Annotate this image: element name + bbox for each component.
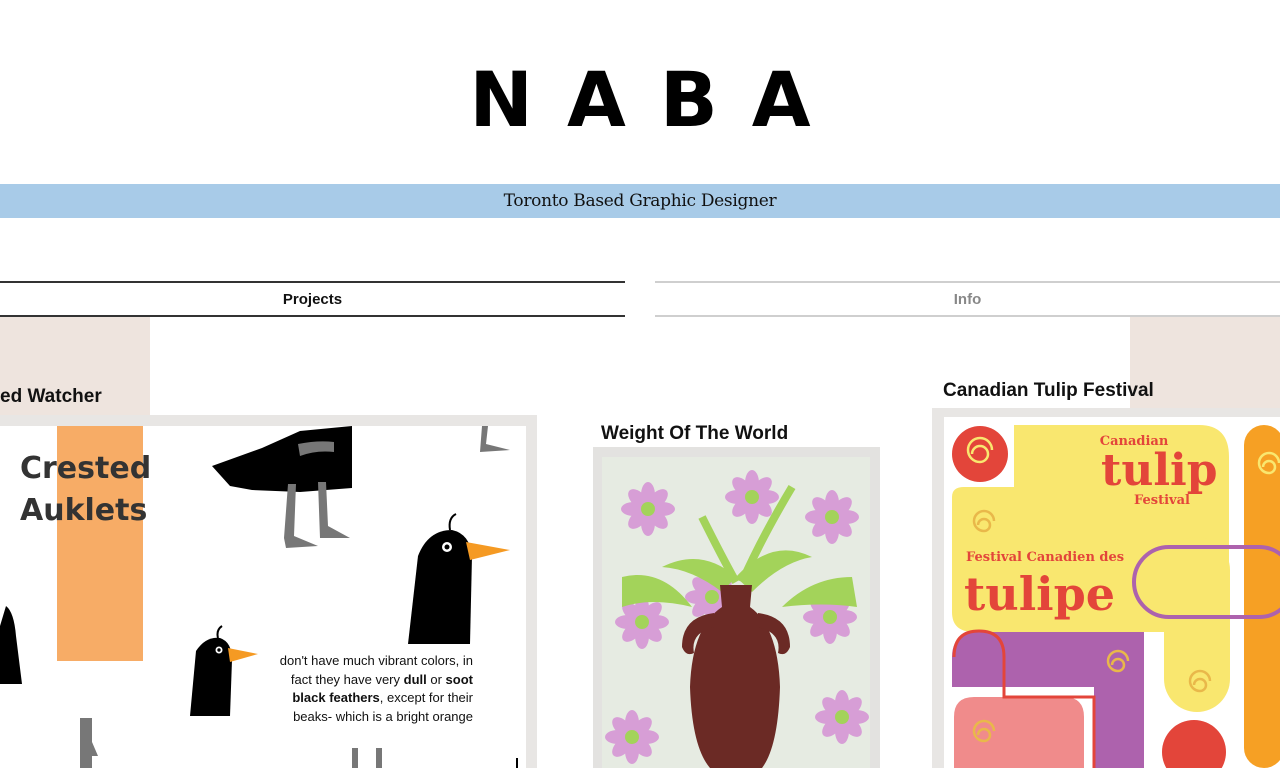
- red-circle: [952, 426, 1008, 482]
- tagline: Toronto Based Graphic Designer: [503, 191, 777, 211]
- poster-festival-fr: Festival Canadien des: [966, 550, 1124, 565]
- bird-foot: [480, 426, 510, 452]
- small-auklet-beak: [228, 648, 258, 662]
- project-card-auklets[interactable]: Crested Auklets don't have much vibrant …: [0, 415, 537, 768]
- auklets-poster: Crested Auklets don't have much vibrant …: [0, 426, 526, 768]
- orange-bar: [1244, 425, 1280, 768]
- site-logo[interactable]: NABA: [0, 62, 1280, 138]
- flower: [805, 490, 859, 544]
- partial-bird: [0, 606, 22, 684]
- vase-print: [602, 457, 870, 768]
- project-title[interactable]: Weight Of The World: [601, 423, 788, 445]
- poster-festival: Festival: [1134, 493, 1190, 508]
- project-card-tulip-festival[interactable]: Canadian tulip Festival Festival Canadie…: [932, 408, 1280, 768]
- project-card-weight-of-the-world[interactable]: [593, 447, 880, 768]
- vase-illustration: [605, 470, 869, 768]
- bird-leg: [284, 484, 318, 548]
- bird-leg: [318, 482, 350, 538]
- nav-tab-projects[interactable]: Projects: [0, 281, 625, 317]
- auklet-crest: [448, 513, 457, 531]
- flower: [815, 690, 869, 744]
- bird-body: [212, 426, 352, 492]
- poster-tulipe: tulipe: [964, 567, 1115, 621]
- poster-tulip: tulip: [1101, 445, 1218, 496]
- small-auklet-body: [190, 637, 232, 716]
- tulip-poster: Canadian tulip Festival Festival Canadie…: [944, 417, 1280, 768]
- auklet-body: [408, 530, 472, 644]
- nav-tab-info[interactable]: Info: [655, 281, 1280, 317]
- project-title[interactable]: ed Watcher: [0, 386, 102, 408]
- poster-body-text: don't have much vibrant colors, in fact …: [279, 653, 473, 724]
- tagline-bar: Toronto Based Graphic Designer: [0, 184, 1280, 218]
- project-title[interactable]: Canadian Tulip Festival: [943, 380, 1154, 402]
- flower: [605, 710, 659, 764]
- tulip-illustration: Canadian tulip Festival Festival Canadie…: [952, 425, 1280, 768]
- auklet-beak: [466, 542, 510, 560]
- flower: [621, 482, 675, 536]
